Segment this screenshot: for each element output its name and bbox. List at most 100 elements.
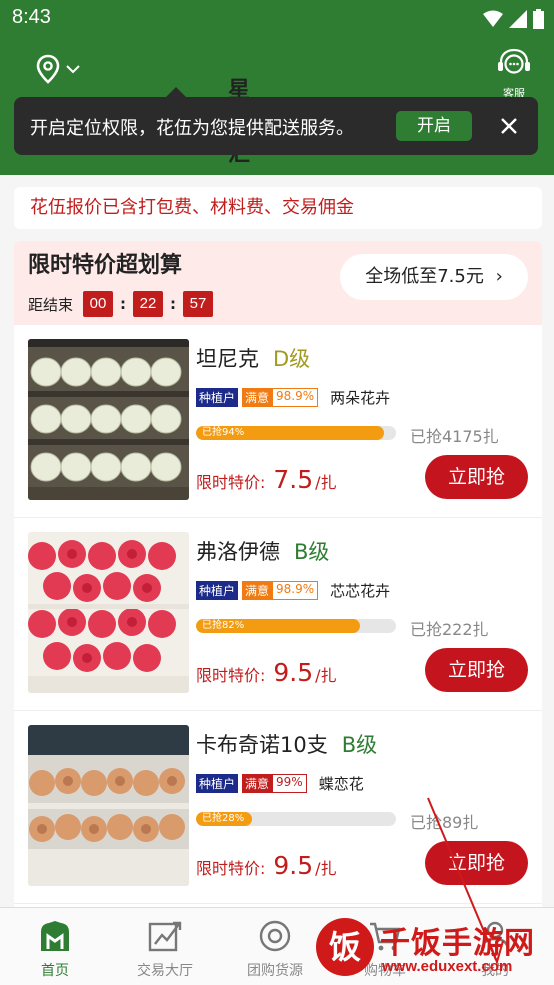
chevron-right-icon: › [495,266,503,287]
price-label: 限时特价: [196,666,266,685]
product-grade: D级 [273,347,311,371]
tab-label: 交易大厅 [137,963,193,979]
product-item[interactable]: 卡布奇诺10支 B级 种植户 满意 99% 蝶恋花 已抢28% 已抢89扎 限时特价… [14,711,542,904]
group-icon [259,920,291,952]
price-value: 9.5 [273,658,314,687]
sold-count: 已抢222扎 [410,620,489,639]
sold-progress-fill: 已抢28% [196,812,252,826]
tab-home[interactable]: 首页 [0,908,110,985]
tab-group-buy[interactable]: 团购货源 [220,908,330,985]
flash-sale-header: 限时特价超划算 距结束 00 : 22 : 57 全场低至7.5元 › [14,241,542,325]
countdown-hours: 00 [83,291,114,317]
wifi-icon [483,10,503,27]
tab-label: 团购货源 [247,963,303,979]
flash-price: 限时特价: 9.5 /扎 [196,658,337,687]
shop-name[interactable]: 两朵花卉 [330,387,390,408]
satisfaction-percent: 98.9% [272,581,319,600]
price-unit: /扎 [315,666,337,685]
countdown-minutes: 22 [133,291,164,317]
sold-count: 已抢89扎 [410,813,479,832]
price-unit: /扎 [315,473,337,492]
satisfaction-percent: 99% [272,774,307,793]
product-grade: B级 [294,540,330,564]
flash-sale-card: 限时特价超划算 距结束 00 : 22 : 57 全场低至7.5元 › 坦尼克 … [14,241,542,921]
tab-trading-hall[interactable]: 交易大厅 [110,908,220,985]
planter-badge: 种植户 [196,581,239,600]
sold-progress-bar: 已抢94% [196,426,396,440]
shop-name[interactable]: 芯芯花卉 [330,580,390,601]
all-deals-button[interactable]: 全场低至7.5元 › [340,254,528,300]
sold-progress-fill: 已抢82% [196,619,360,633]
product-name: 弗洛伊德 B级 [196,536,329,566]
tab-cart[interactable]: 购物车 [330,908,440,985]
enable-location-button[interactable]: 开启 [396,111,472,141]
status-icons [483,9,544,29]
buy-now-button[interactable]: 立即抢 [425,455,528,499]
product-tags: 种植户 满意 98.9% 芯芯花卉 [196,580,390,601]
tab-label: 我的 [481,963,509,979]
location-pin-icon [36,54,60,84]
shop-name[interactable]: 蝶恋花 [319,773,364,794]
tab-label: 购物车 [364,963,406,979]
sold-count: 已抢4175扎 [410,427,499,446]
status-time: 8:43 [12,6,51,28]
close-icon[interactable] [494,111,524,141]
tab-mine[interactable]: 我的 [440,908,550,985]
product-item[interactable]: 坦尼克 D级 种植户 满意 98.9% 两朵花卉 已抢94% 已抢4175扎 限时特… [14,325,542,518]
all-deals-label: 全场低至7.5元 [365,266,484,287]
product-image [28,339,189,500]
countdown-seconds: 57 [183,291,214,317]
countdown: 距结束 00 : 22 : 57 [28,291,214,317]
price-value: 7.5 [273,465,314,494]
flash-price: 限时特价: 9.5 /扎 [196,851,337,880]
countdown-separator: : [120,295,127,313]
satisfaction-badge: 满意 [242,581,273,600]
location-selector[interactable]: 星河汇 [36,54,250,167]
sold-progress-bar: 已抢82% [196,619,396,633]
main-content: 花伍报价已含打包费、材料费、交易佣金 限时特价超划算 距结束 00 : 22 :… [0,175,554,921]
bottom-tab-bar: 首页 交易大厅 团购货源 购物车 我的 [0,907,554,985]
product-image [28,532,189,693]
product-tags: 种植户 满意 99% 蝶恋花 [196,773,364,794]
countdown-label: 距结束 [28,295,74,314]
flash-sale-title: 限时特价超划算 [28,253,183,278]
satisfaction-badge: 满意 [242,388,273,407]
headset-chat-icon [498,48,530,74]
planter-badge: 种植户 [196,774,239,793]
signal-icon [509,10,527,28]
status-bar: 8:43 [0,0,554,40]
location-permission-tip: 开启定位权限，花伍为您提供配送服务。 开启 [14,87,538,155]
cart-icon [370,922,401,951]
buy-now-button[interactable]: 立即抢 [425,841,528,885]
product-image [28,725,189,886]
price-notice: 花伍报价已含打包费、材料费、交易佣金 [14,187,542,229]
chevron-down-icon [66,65,80,74]
product-name: 卡布奇诺10支 B级 [196,729,377,759]
buy-now-button[interactable]: 立即抢 [425,648,528,692]
home-icon [41,921,69,951]
product-item[interactable]: 弗洛伊德 B级 种植户 满意 98.9% 芯芯花卉 已抢82% 已抢222扎 限时特… [14,518,542,711]
customer-service-button[interactable]: 客服 [494,48,534,101]
price-value: 9.5 [273,851,314,880]
sold-progress-bar: 已抢28% [196,812,396,826]
price-unit: /扎 [315,859,337,878]
product-title: 坦尼克 [196,347,259,371]
flash-price: 限时特价: 7.5 /扎 [196,465,337,494]
screen: 8:43 星河汇 客服 开启定 [0,0,554,985]
planter-badge: 种植户 [196,388,239,407]
product-grade: B级 [341,733,378,757]
satisfaction-percent: 98.9% [272,388,319,407]
product-title: 弗洛伊德 [196,540,280,564]
sold-progress-fill: 已抢94% [196,426,384,440]
product-name: 坦尼克 D级 [196,343,310,373]
price-label: 限时特价: [196,859,266,878]
price-label: 限时特价: [196,473,266,492]
countdown-separator: : [170,295,177,313]
battery-icon [533,9,544,29]
tab-label: 首页 [41,963,69,979]
satisfaction-badge: 满意 [242,774,273,793]
trend-icon [148,921,182,952]
product-tags: 种植户 满意 98.9% 两朵花卉 [196,387,390,408]
user-icon [480,921,510,952]
product-title: 卡布奇诺10支 [196,733,328,757]
